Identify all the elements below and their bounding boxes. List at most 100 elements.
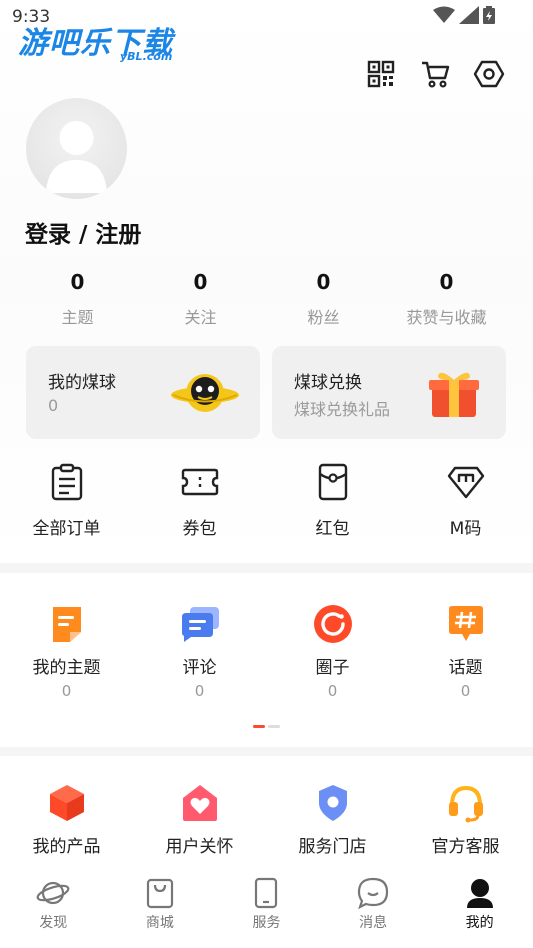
clipboard-icon xyxy=(51,463,82,501)
hashtags-item[interactable]: 话题 0 xyxy=(399,603,532,700)
indicator-active xyxy=(253,725,265,728)
red-envelope-item[interactable]: 红包 xyxy=(266,462,399,539)
care-heart-icon xyxy=(182,785,217,821)
stat-value: 0 xyxy=(193,270,208,294)
service-stores-item[interactable]: 服务门店 xyxy=(266,782,399,857)
tab-label: 我的 xyxy=(465,915,494,931)
tab-label: 商城 xyxy=(145,915,174,931)
ticket-icon xyxy=(181,468,218,496)
product-cube-icon xyxy=(49,785,84,821)
qr-code-icon xyxy=(367,60,395,88)
settings-button[interactable] xyxy=(473,58,505,90)
tab-service[interactable]: 服务 xyxy=(213,868,320,948)
stat-label: 粉丝 xyxy=(307,308,340,327)
settings-hex-icon xyxy=(473,60,505,88)
hashtag-icon xyxy=(448,606,483,641)
stat-following[interactable]: 0 关注 xyxy=(139,270,262,328)
card-subtitle: 0 xyxy=(48,396,59,415)
status-icons xyxy=(433,6,495,24)
store-location-icon xyxy=(318,785,347,821)
stats-row: 0 主题 0 关注 0 粉丝 0 获赞与收藏 xyxy=(0,270,533,328)
indicator-inactive xyxy=(268,725,280,728)
my-content-section: 我的主题 0 评论 0 圈子 0 话题 0 xyxy=(0,573,533,747)
shortcut-label: 红包 xyxy=(315,519,350,539)
comments-item[interactable]: 评论 0 xyxy=(133,603,266,700)
services-grid: 我的产品 用户关怀 服务门店 官方客服 xyxy=(0,782,533,857)
m-code-item[interactable]: M码 xyxy=(399,462,532,539)
circle-icon xyxy=(313,605,352,643)
service-label: 服务门店 xyxy=(298,837,367,857)
content-count: 0 xyxy=(460,682,471,700)
stat-label: 关注 xyxy=(184,308,217,327)
stat-topics[interactable]: 0 主题 xyxy=(16,270,139,328)
official-support-item[interactable]: 官方客服 xyxy=(399,782,532,857)
phone-icon xyxy=(255,877,278,909)
content-label: 我的主题 xyxy=(32,658,101,678)
stat-value: 0 xyxy=(439,270,454,294)
stat-value: 0 xyxy=(70,270,85,294)
message-icon xyxy=(357,877,389,909)
comment-icon xyxy=(181,607,219,642)
avatar[interactable] xyxy=(26,98,127,199)
shortcut-label: 券包 xyxy=(182,519,217,539)
user-care-item[interactable]: 用户关怀 xyxy=(133,782,266,857)
stat-likes-favorites[interactable]: 0 获赞与收藏 xyxy=(385,270,508,328)
content-count: 0 xyxy=(61,682,72,700)
headset-icon xyxy=(448,785,483,823)
qr-scan-button[interactable] xyxy=(365,58,397,90)
m-code-icon xyxy=(447,466,484,499)
user-icon xyxy=(466,879,493,908)
content-label: 圈子 xyxy=(315,658,350,678)
circles-item[interactable]: 圈子 0 xyxy=(266,603,399,700)
content-label: 评论 xyxy=(182,658,217,678)
shortcut-label: 全部订单 xyxy=(32,519,101,539)
tab-mine[interactable]: 我的 xyxy=(426,868,533,948)
red-envelope-icon xyxy=(318,463,347,501)
stat-label: 获赞与收藏 xyxy=(406,308,487,327)
planet-icon xyxy=(36,881,70,905)
service-label: 官方客服 xyxy=(431,837,500,857)
signal-icon xyxy=(459,6,479,24)
content-count: 0 xyxy=(194,682,205,700)
content-grid: 我的主题 0 评论 0 圈子 0 话题 0 xyxy=(0,603,533,700)
my-topics-item[interactable]: 我的主题 0 xyxy=(0,603,133,700)
login-register-link[interactable]: 登录 / 注册 xyxy=(25,215,141,249)
coal-ball-planet-icon xyxy=(171,374,239,412)
battery-icon xyxy=(483,6,495,24)
stat-fans[interactable]: 0 粉丝 xyxy=(262,270,385,328)
card-title: 我的煤球 xyxy=(48,373,116,393)
cart-button[interactable] xyxy=(419,58,451,90)
tab-discover[interactable]: 发现 xyxy=(0,868,107,948)
coupon-wallet-item[interactable]: 券包 xyxy=(133,462,266,539)
content-label: 话题 xyxy=(448,658,483,678)
wifi-icon xyxy=(433,6,455,23)
tab-label: 消息 xyxy=(359,915,388,931)
top-actions xyxy=(365,58,505,90)
profile-header: 9:33 游吧乐下载 yBL.com 登录 / 注册 0 主题 0 关注 0 粉… xyxy=(0,0,533,563)
card-title: 煤球兑换 xyxy=(294,373,362,393)
content-count: 0 xyxy=(327,682,338,700)
stat-value: 0 xyxy=(316,270,331,294)
default-avatar-icon xyxy=(46,121,107,193)
bottom-tab-bar: 发现 商城 服务 消息 我的 xyxy=(0,868,533,948)
profile-page: 9:33 游吧乐下载 yBL.com 登录 / 注册 0 主题 0 关注 0 粉… xyxy=(0,0,533,948)
page-indicator xyxy=(253,725,280,728)
watermark-sub: yBL.com xyxy=(120,50,173,63)
topic-icon xyxy=(52,607,81,642)
my-products-item[interactable]: 我的产品 xyxy=(0,782,133,857)
coal-ball-exchange-card[interactable]: 煤球兑换 煤球兑换礼品 xyxy=(272,346,506,439)
all-orders-item[interactable]: 全部订单 xyxy=(0,462,133,539)
service-label: 我的产品 xyxy=(32,837,101,857)
stat-label: 主题 xyxy=(61,308,94,327)
tab-label: 发现 xyxy=(39,915,68,931)
gift-box-icon xyxy=(429,372,479,417)
shortcut-label: M码 xyxy=(449,519,482,539)
order-shortcuts: 全部订单 券包 红包 M码 xyxy=(0,462,533,539)
shop-bag-icon xyxy=(146,878,173,909)
my-coal-ball-card[interactable]: 我的煤球 0 xyxy=(26,346,260,439)
tab-messages[interactable]: 消息 xyxy=(320,868,427,948)
service-label: 用户关怀 xyxy=(165,837,234,857)
wallet-cards: 我的煤球 0 煤球兑换 煤球兑换礼品 xyxy=(26,346,506,439)
tab-label: 服务 xyxy=(252,915,281,931)
tab-shop[interactable]: 商城 xyxy=(107,868,214,948)
